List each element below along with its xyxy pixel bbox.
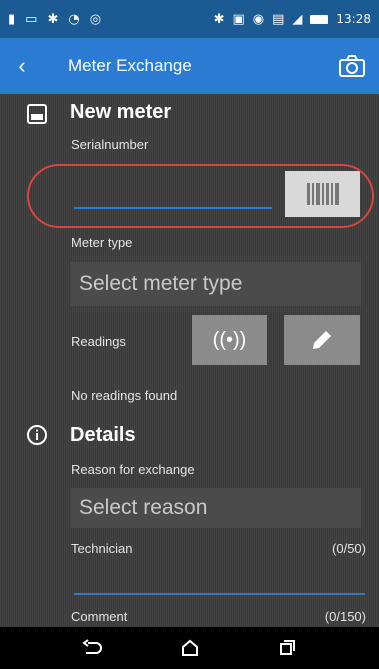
pencil-icon bbox=[313, 331, 331, 349]
status-bar: ▮ ▭ ✱ ◔ ◎ ✱ ▣ ◉ ▤ ◢ 13:28 bbox=[0, 0, 379, 38]
technician-counter: (0/50) bbox=[332, 541, 366, 556]
nav-home-button[interactable] bbox=[170, 632, 210, 664]
back-arrow-icon bbox=[81, 639, 102, 654]
wifi-icon: ◔ bbox=[68, 11, 80, 27]
page-title: Meter Exchange bbox=[68, 56, 192, 75]
save-icon bbox=[27, 104, 47, 124]
wireless-icon: ((•)) bbox=[212, 328, 247, 351]
reason-select[interactable]: Select reason bbox=[71, 488, 361, 528]
meter-type-select[interactable]: Select meter type bbox=[71, 262, 361, 306]
nav-recents-button[interactable] bbox=[267, 632, 307, 664]
app-bar: ‹ Meter Exchange bbox=[0, 38, 379, 94]
system-nav-bar bbox=[0, 627, 379, 669]
back-button[interactable]: ‹ bbox=[0, 38, 44, 94]
form-content[interactable]: New meter Serialnumber Meter type Select… bbox=[0, 94, 379, 627]
camera-button[interactable] bbox=[335, 49, 369, 83]
new-meter-title: New meter bbox=[70, 101, 172, 123]
details-title: Details bbox=[70, 424, 136, 446]
reason-placeholder: Select reason bbox=[79, 496, 208, 519]
meter-type-label: Meter type bbox=[71, 235, 133, 250]
nfc-icon: ▣ bbox=[232, 11, 245, 27]
home-icon bbox=[181, 639, 198, 656]
technician-input[interactable] bbox=[74, 593, 365, 595]
status-time: 13:28 bbox=[336, 12, 371, 26]
battery-icon bbox=[310, 14, 329, 24]
readings-label: Readings bbox=[71, 334, 126, 349]
meter-type-placeholder: Select meter type bbox=[79, 272, 243, 295]
vibrate-icon: ◉ bbox=[252, 11, 265, 27]
info-icon bbox=[27, 425, 47, 445]
save-icon: ▤ bbox=[272, 11, 285, 27]
cast-icon: ▭ bbox=[25, 11, 38, 27]
comment-counter: (0/150) bbox=[324, 609, 366, 624]
back-icon: ‹ bbox=[18, 53, 26, 78]
comment-label: Comment bbox=[71, 609, 128, 624]
no-readings-text: No readings found bbox=[71, 388, 178, 403]
manual-reading-button[interactable] bbox=[284, 315, 360, 365]
technician-label: Technician bbox=[71, 541, 133, 556]
bluetooth-icon: ✱ bbox=[213, 11, 225, 27]
status-icons-right: ✱ ▣ ◉ ▤ ◢ 13:28 bbox=[214, 12, 371, 26]
recents-icon bbox=[279, 640, 295, 655]
signal-icon: ◢ bbox=[292, 11, 303, 27]
person-icon: ▮ bbox=[8, 11, 16, 27]
bluetooth-off-icon: ✱ bbox=[47, 11, 59, 27]
camera-icon bbox=[339, 55, 365, 77]
status-icons-left: ▮ ▭ ✱ ◔ ◎ bbox=[8, 13, 101, 26]
reason-label: Reason for exchange bbox=[71, 462, 195, 477]
nav-back-button[interactable] bbox=[73, 632, 113, 664]
android-icon: ◎ bbox=[89, 11, 102, 27]
highlight-circle bbox=[27, 164, 374, 228]
read-wireless-button[interactable]: ((•)) bbox=[192, 315, 267, 365]
serial-label: Serialnumber bbox=[71, 137, 149, 152]
